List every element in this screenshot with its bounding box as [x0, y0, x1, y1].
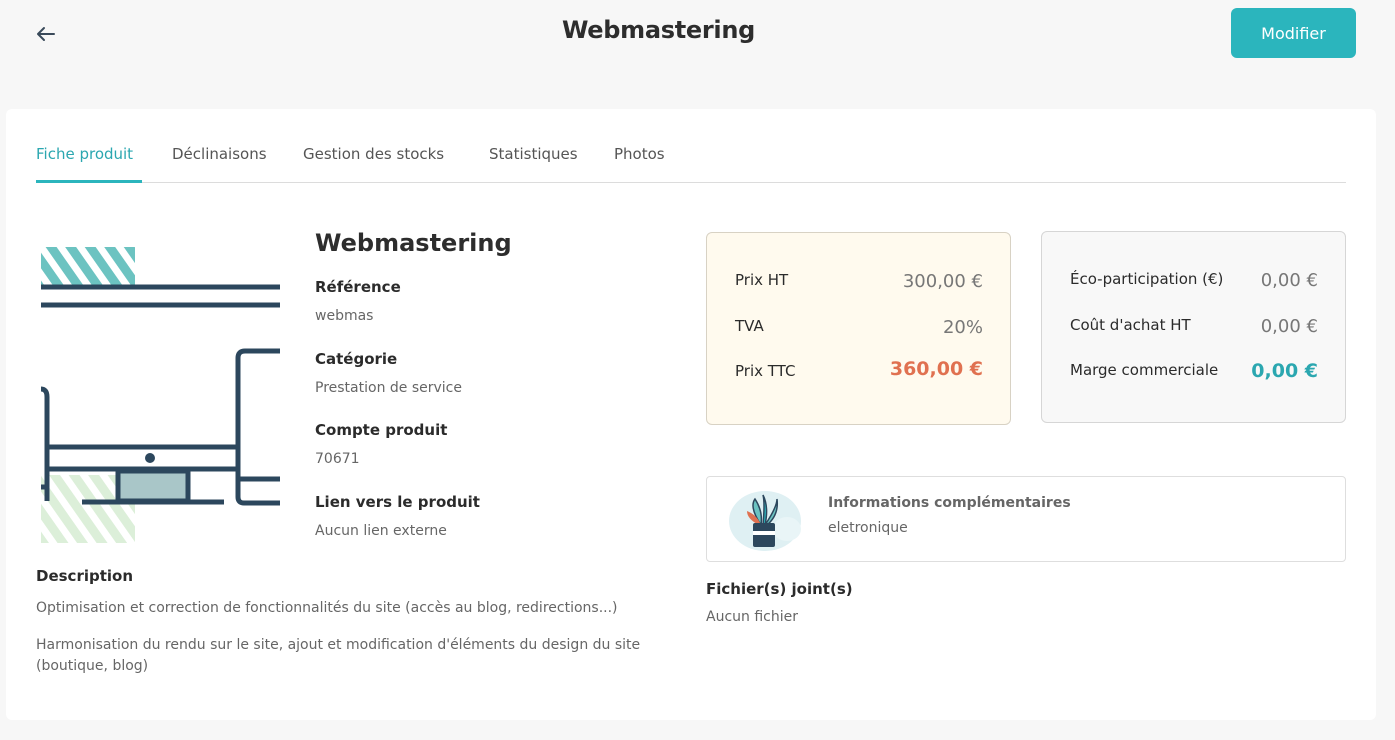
price-box: Prix HT 300,00 € TVA 20% Prix TTC 360,00… — [706, 232, 1011, 425]
computer-illustration-icon — [40, 247, 280, 543]
product-card: Fiche produit Déclinaisons Gestion des s… — [6, 109, 1376, 720]
tab-gestion-stocks[interactable]: Gestion des stocks — [303, 145, 444, 163]
tab-fiche-produit[interactable]: Fiche produit — [36, 145, 133, 163]
edit-button[interactable]: Modifier — [1231, 8, 1356, 58]
header: Webmastering Modifier — [0, 0, 1395, 70]
price-ttc-value: 360,00 € — [889, 358, 983, 380]
description-label: Description — [36, 567, 134, 585]
extra-info-value: eletronique — [828, 520, 908, 536]
account-label: Compte produit — [315, 421, 448, 439]
margin-label: Marge commerciale — [1070, 361, 1219, 379]
price-ttc-label: Prix TTC — [735, 362, 796, 380]
vat-label: TVA — [735, 317, 764, 335]
extra-info-title: Informations complémentaires — [828, 495, 1071, 511]
purchase-cost-value: 0,00 € — [1260, 316, 1318, 337]
tab-photos[interactable]: Photos — [614, 145, 665, 163]
product-illustration — [40, 239, 280, 549]
plant-icon — [727, 485, 805, 557]
eco-participation-label: Éco-participation (€) — [1070, 270, 1224, 288]
product-name: Webmastering — [315, 229, 512, 257]
attached-files-value: Aucun fichier — [706, 609, 798, 625]
tab-statistiques[interactable]: Statistiques — [489, 145, 578, 163]
account-value: 70671 — [315, 451, 360, 467]
extra-info-box: Informations complémentaires eletronique — [706, 476, 1346, 562]
eco-participation-value: 0,00 € — [1260, 270, 1318, 291]
active-tab-indicator — [36, 180, 142, 183]
link-label: Lien vers le produit — [315, 493, 480, 511]
category-value: Prestation de service — [315, 380, 462, 396]
cost-box: Éco-participation (€) 0,00 € Coût d'acha… — [1041, 231, 1346, 423]
price-ht-value: 300,00 € — [902, 271, 983, 292]
purchase-cost-label: Coût d'achat HT — [1070, 316, 1191, 334]
reference-label: Référence — [315, 278, 401, 296]
tab-declinaisons[interactable]: Déclinaisons — [172, 145, 267, 163]
description-paragraph: Harmonisation du rendu sur le site, ajou… — [36, 637, 641, 674]
description-paragraph: Optimisation et correction de fonctionna… — [36, 600, 618, 616]
link-value: Aucun lien externe — [315, 523, 447, 539]
tab-bar: Fiche produit Déclinaisons Gestion des s… — [36, 137, 1346, 183]
category-label: Catégorie — [315, 350, 398, 368]
margin-value: 0,00 € — [1251, 360, 1318, 382]
reference-value: webmas — [315, 308, 374, 324]
price-ht-label: Prix HT — [735, 271, 789, 289]
attached-files-label: Fichier(s) joint(s) — [706, 580, 853, 598]
vat-value: 20% — [942, 317, 983, 338]
page-title: Webmastering — [561, 16, 756, 44]
